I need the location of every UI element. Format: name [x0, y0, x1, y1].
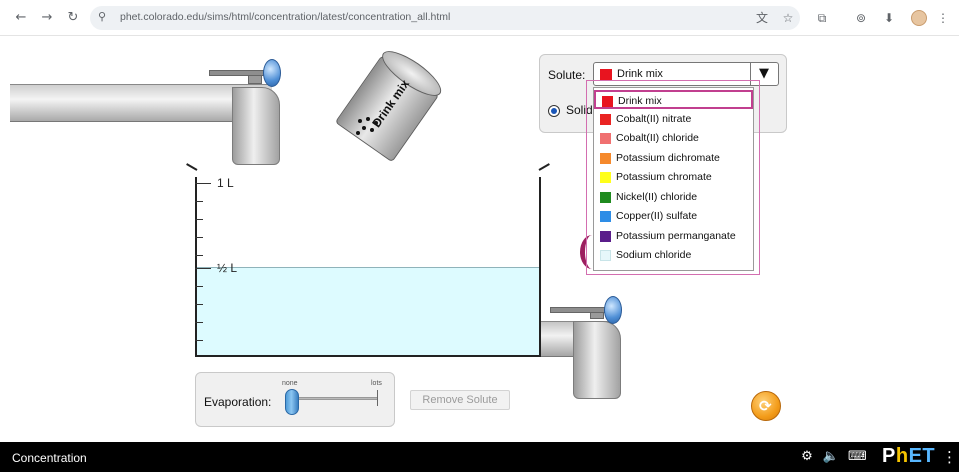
media-icon[interactable]: ⊚	[852, 9, 870, 27]
tick	[195, 219, 203, 220]
input-faucet-spout	[232, 87, 280, 165]
solute-color-swatch	[600, 113, 611, 125]
url-text[interactable]: phet.colorado.edu/sims/html/concentratio…	[120, 11, 450, 23]
translate-icon[interactable]: 文	[753, 9, 771, 27]
solute-option-label: Potassium dichromate	[616, 151, 720, 164]
tick	[195, 201, 203, 202]
solute-shaker[interactable]: Drink mix	[334, 43, 448, 163]
tick	[195, 286, 203, 287]
logo-h: h	[895, 445, 909, 467]
slider-max-label: lots	[371, 380, 382, 387]
evaporation-label: Evaporation:	[204, 395, 272, 409]
bookmark-star-icon[interactable]: ☆	[779, 9, 797, 27]
solute-color-swatch	[600, 230, 611, 242]
solute-label: Solute:	[548, 68, 586, 82]
address-bar[interactable]: ⚲ phet.colorado.edu/sims/html/concentrat…	[90, 6, 800, 30]
solute-color-swatch	[600, 250, 611, 261]
logo-et: ET	[908, 445, 936, 467]
settings-icon[interactable]: ⚙	[798, 449, 816, 465]
beaker-bottom	[195, 355, 541, 357]
profile-avatar[interactable]	[911, 10, 927, 26]
solid-radio[interactable]	[548, 105, 560, 117]
solution-fill	[195, 267, 541, 357]
solute-color-swatch	[600, 152, 611, 164]
selected-solute-text: Drink mix	[617, 68, 663, 80]
browser-toolbar: ← → ↻ ⚲ phet.colorado.edu/sims/html/conc…	[0, 0, 959, 36]
beaker-lip-left	[186, 163, 198, 171]
downloads-icon[interactable]: ⬇	[880, 9, 898, 27]
reload-button[interactable]: ↻	[64, 9, 82, 27]
tick	[195, 304, 203, 305]
simulation-area: Drink mix 1 L ½ L Solute: Drink mix ▼ So…	[0, 37, 959, 442]
phet-navigation-bar: Concentration ⚙ 🔈 ⌨ PhET ⋮	[0, 442, 959, 472]
remove-solute-button[interactable]: Remove Solute	[410, 390, 510, 410]
solute-option[interactable]: Cobalt(II) chloride	[594, 129, 753, 148]
browser-menu-icon[interactable]: ⋮	[934, 9, 952, 27]
solute-option[interactable]: Drink mix	[594, 90, 753, 109]
solute-option-label: Potassium chromate	[616, 171, 712, 183]
solute-option-label: Cobalt(II) nitrate	[616, 112, 692, 125]
tick-1l	[195, 183, 211, 184]
phet-menu-icon[interactable]: ⋮	[942, 448, 957, 466]
sound-icon[interactable]: 🔈	[822, 449, 840, 465]
solute-option-label: Nickel(II) chloride	[616, 190, 698, 203]
evaporation-panel: Evaporation: none lots	[195, 372, 395, 427]
keyboard-icon[interactable]: ⌨	[848, 449, 867, 465]
solute-color-swatch	[602, 96, 613, 107]
solute-option-label: Drink mix	[618, 95, 662, 107]
slider-min-label: none	[282, 380, 298, 387]
input-faucet-knob[interactable]	[263, 59, 281, 87]
solute-option-label: Potassium permanganate	[616, 229, 736, 242]
solute-option-label: Sodium chloride	[616, 249, 692, 261]
tick-label-half-l: ½ L	[217, 261, 238, 275]
reset-icon: ⟳	[759, 397, 772, 415]
forward-button[interactable]: →	[38, 9, 56, 27]
solute-option[interactable]: Nickel(II) chloride	[594, 188, 753, 207]
beaker: 1 L ½ L	[186, 163, 550, 357]
solute-option[interactable]: Potassium dichromate	[594, 149, 753, 168]
output-valve-handle[interactable]	[550, 307, 606, 313]
reset-all-button[interactable]: ⟳	[751, 391, 781, 421]
solute-color-swatch	[600, 172, 611, 183]
logo-p: P	[882, 445, 896, 467]
solute-option[interactable]: Copper(II) sulfate	[594, 207, 753, 226]
solute-option[interactable]: Potassium chromate	[594, 168, 753, 187]
tick-label-1l: 1 L	[217, 176, 234, 190]
solute-option[interactable]: Cobalt(II) nitrate	[594, 110, 753, 129]
evaporation-slider-thumb[interactable]	[285, 389, 299, 415]
input-valve-handle[interactable]	[209, 70, 265, 76]
extensions-icon[interactable]: ⧉	[813, 9, 831, 27]
evaporation-slider-track[interactable]	[292, 397, 378, 400]
solute-option-label: Copper(II) sulfate	[616, 210, 698, 222]
tick	[195, 237, 203, 238]
solute-option[interactable]: Potassium permanganate	[594, 227, 753, 246]
tick	[195, 255, 203, 256]
site-info-icon[interactable]: ⚲	[98, 10, 106, 23]
phet-logo[interactable]: PhET	[882, 445, 935, 468]
output-faucet-spout	[573, 321, 621, 399]
beaker-lip-right	[538, 163, 550, 171]
shaker-holes	[354, 117, 390, 135]
slider-end-tick	[377, 390, 378, 406]
solute-option-label: Cobalt(II) chloride	[616, 132, 699, 144]
solute-color-swatch	[600, 191, 611, 203]
solute-option[interactable]: Sodium chloride	[594, 246, 753, 265]
solute-color-swatch	[600, 211, 611, 222]
tick-half-l	[195, 268, 211, 269]
output-faucet-knob[interactable]	[604, 296, 622, 324]
sim-title: Concentration	[12, 451, 87, 465]
tick	[195, 340, 203, 341]
chevron-down-icon[interactable]: ▼	[759, 66, 769, 81]
solute-color-swatch	[600, 133, 611, 144]
radio-selected-dot	[551, 108, 557, 114]
tick	[195, 322, 203, 323]
solute-dropdown-list: Drink mix Cobalt(II) nitrate Cobalt(II) ch…	[593, 87, 754, 271]
back-button[interactable]: ←	[12, 9, 30, 27]
beaker-wall-left	[195, 177, 197, 357]
